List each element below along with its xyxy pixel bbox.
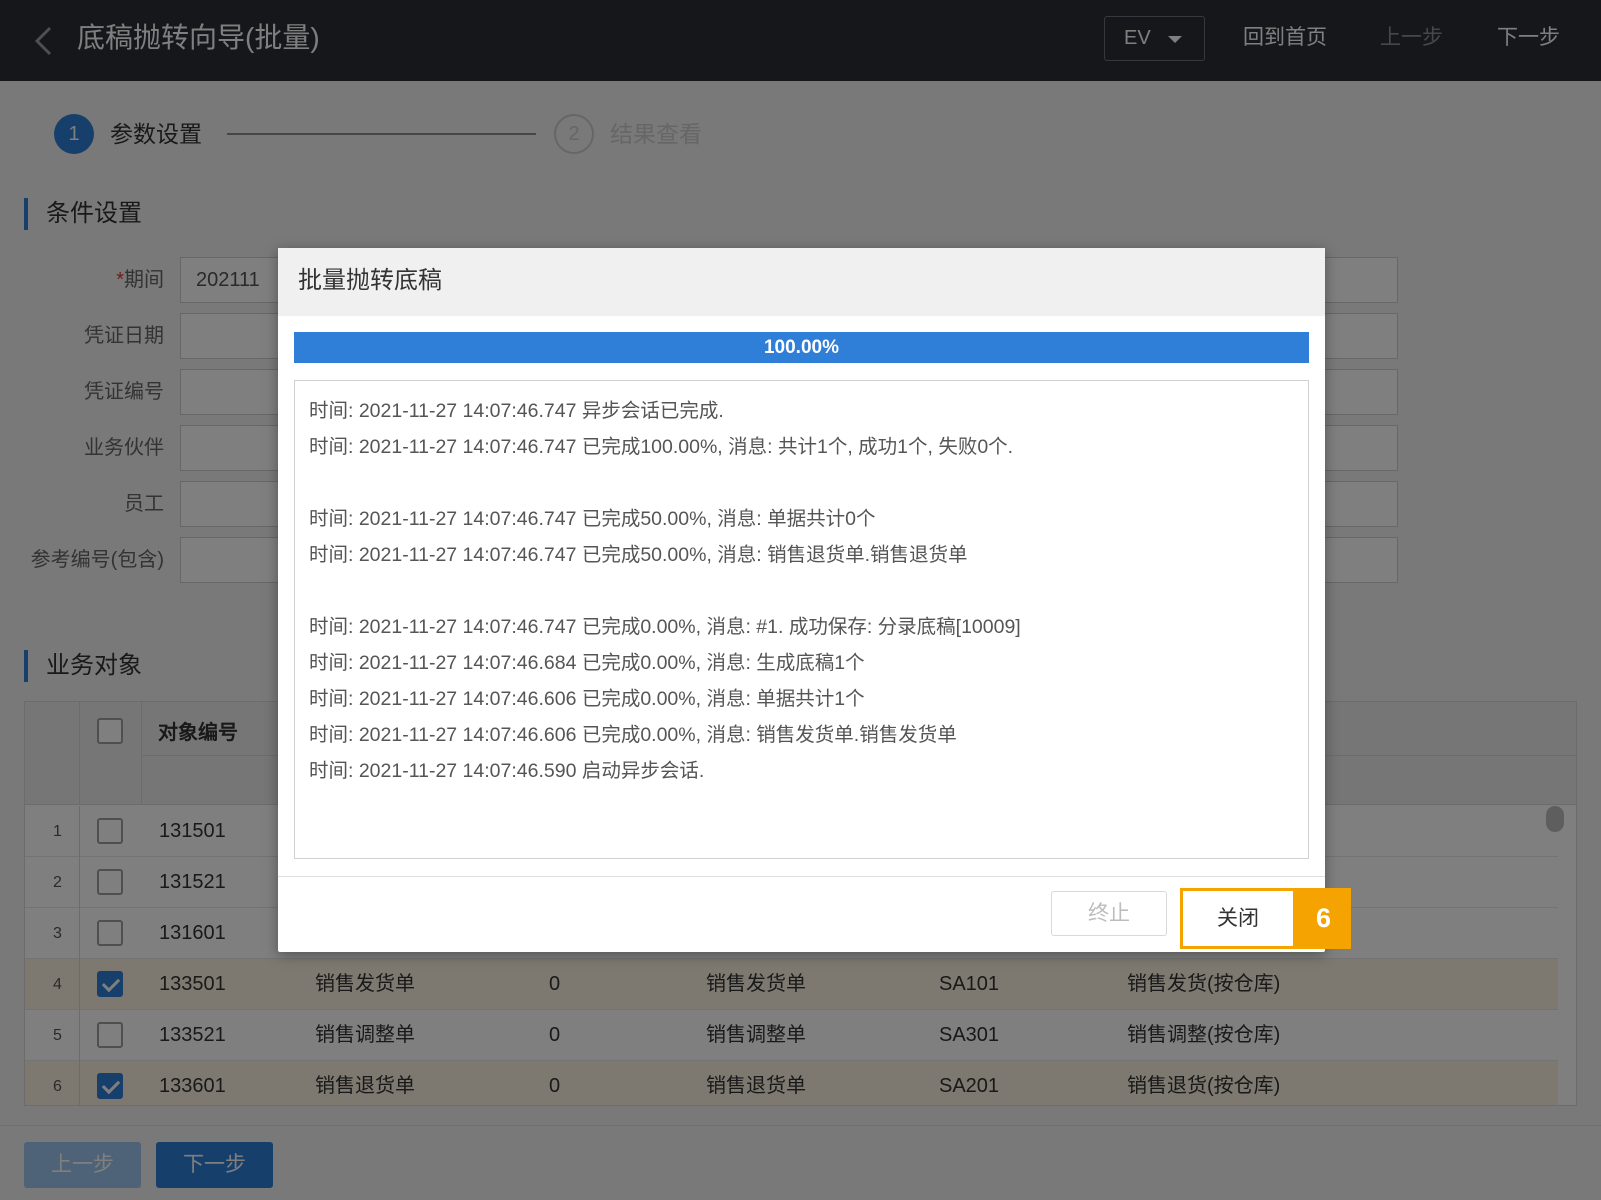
log-line: 时间: 2021-11-27 14:07:46.747 已完成0.00%, 消息… [309, 616, 1021, 638]
step-badge: 6 [1296, 888, 1351, 949]
log-line: 时间: 2021-11-27 14:07:46.684 已完成0.00%, 消息… [309, 652, 865, 674]
progress-text: 100.00% [763, 337, 839, 358]
close-button[interactable]: 关闭 [1180, 888, 1296, 949]
log-line: 时间: 2021-11-27 14:07:46.590 启动异步会话. [309, 760, 705, 782]
log-line: 时间: 2021-11-27 14:07:46.606 已完成0.00%, 消息… [309, 724, 957, 746]
log-line: 时间: 2021-11-27 14:07:46.747 已完成100.00%, … [309, 436, 1014, 458]
log-line: 时间: 2021-11-27 14:07:46.606 已完成0.00%, 消息… [309, 688, 865, 710]
dialog-title: 批量抛转底稿 [298, 267, 442, 294]
log-line: 时间: 2021-11-27 14:07:46.747 已完成50.00%, 消… [309, 544, 968, 566]
dialog-footer-divider [278, 876, 1325, 877]
progress-bar: 100.00% [294, 332, 1309, 363]
log-line: 时间: 2021-11-27 14:07:46.747 异步会话已完成. [309, 400, 724, 422]
stop-button[interactable]: 终止 [1051, 891, 1167, 936]
log-line: 时间: 2021-11-27 14:07:46.747 已完成50.00%, 消… [309, 508, 876, 530]
log-panel[interactable]: 时间: 2021-11-27 14:07:46.747 异步会话已完成. 时间:… [294, 380, 1309, 859]
dialog-header: 批量抛转底稿 [278, 248, 1325, 316]
batch-transfer-dialog: 批量抛转底稿 100.00% 时间: 2021-11-27 14:07:46.7… [278, 248, 1351, 952]
